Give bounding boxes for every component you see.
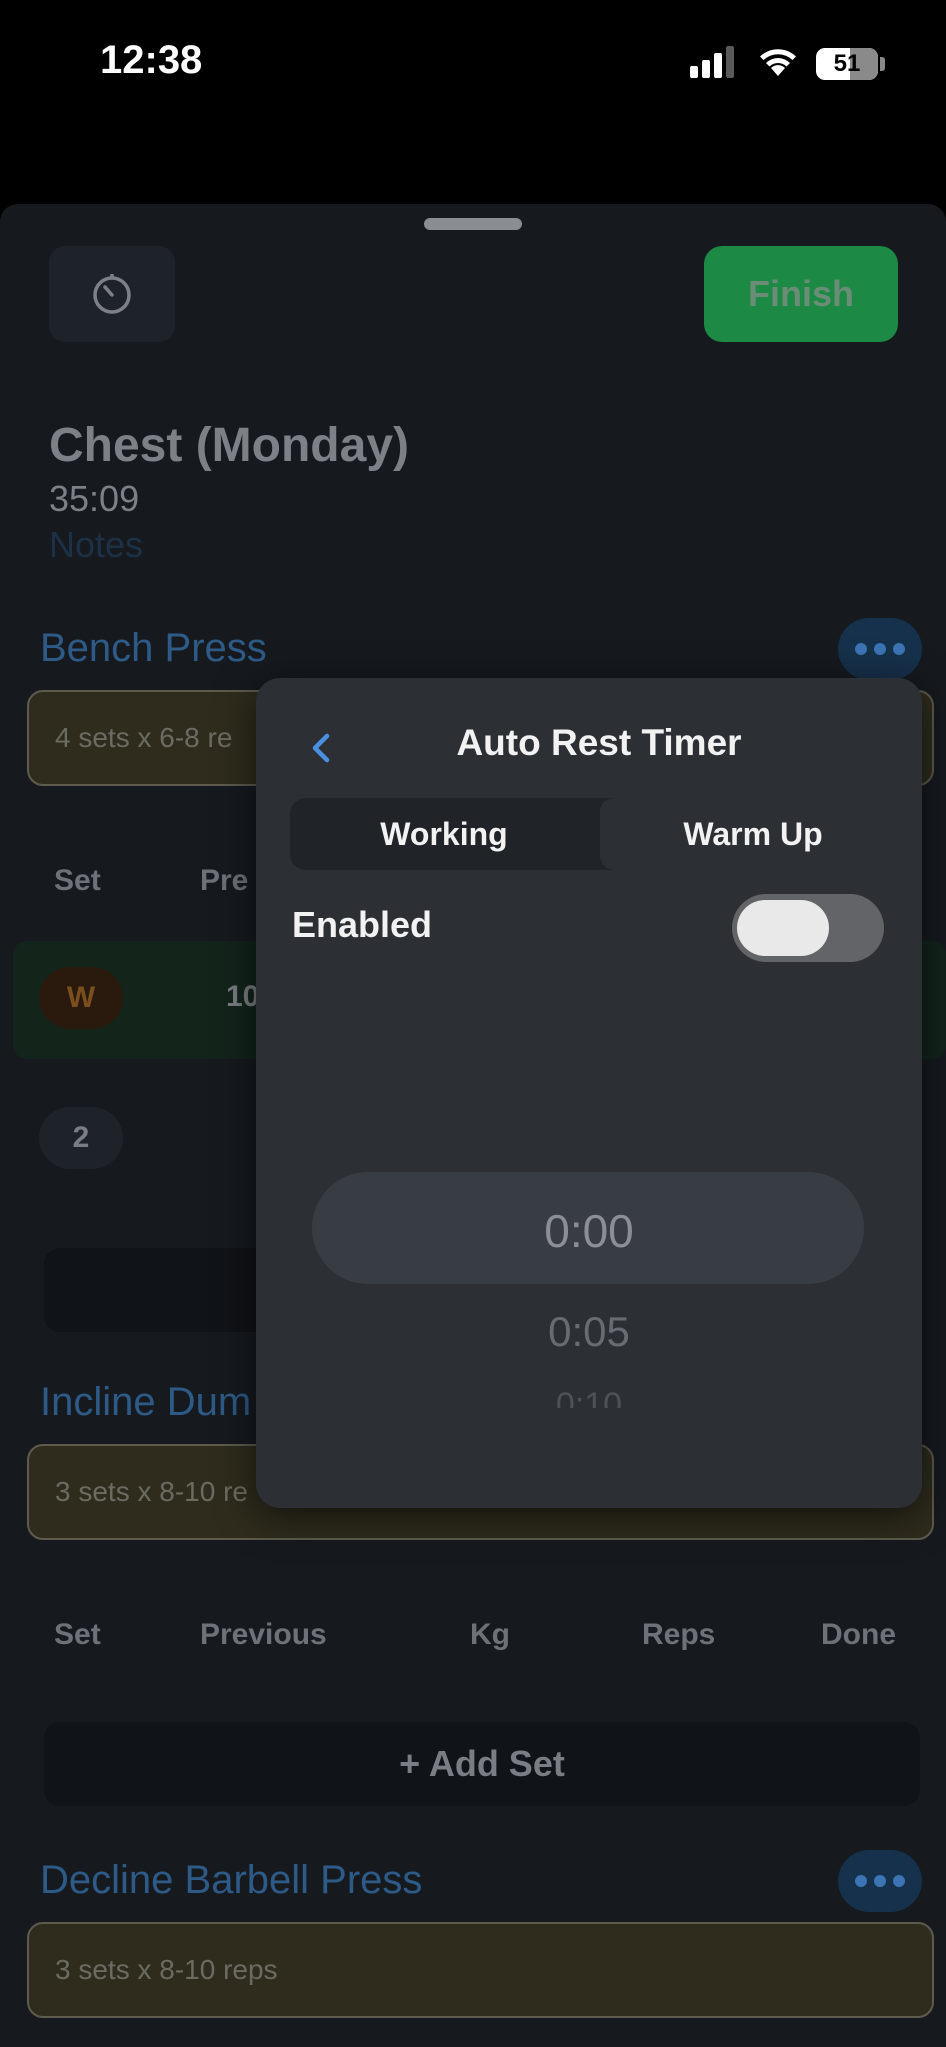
set-type-badge[interactable]: W [39,967,123,1029]
elapsed-time: 35:09 [49,478,140,519]
column-header-set: Set [54,1618,101,1651]
battery-nub [880,57,885,71]
toggle-knob [737,900,829,956]
status-time: 12:38 [100,38,203,82]
cellular-signal-icon [690,46,734,78]
enabled-toggle[interactable] [732,894,884,962]
sheet-grabber[interactable] [424,218,522,230]
picker-option[interactable]: 0:10 [256,1386,922,1408]
column-header-previous: Pre [200,864,249,897]
add-set-button[interactable]: + Add Set [44,1722,920,1806]
picker-option-selected[interactable]: 0:00 [256,1204,922,1258]
column-header-set: Set [54,864,101,897]
timer-icon [93,274,131,314]
exercise-name[interactable]: Incline Dum [40,1380,251,1425]
set-number-badge[interactable]: 2 [39,1107,123,1169]
tab-warm-up[interactable]: Warm Up [600,798,906,870]
exercise-note[interactable]: 3 sets x 8-10 reps [27,1922,934,2018]
rest-timer-button[interactable] [49,246,175,342]
column-header-reps: Reps [642,1618,716,1651]
exercise-name[interactable]: Decline Barbell Press [40,1858,422,1903]
finish-button[interactable]: Finish [704,246,898,342]
more-options-button[interactable] [838,1850,922,1912]
tab-working[interactable]: Working [290,798,598,870]
wifi-icon [760,49,796,76]
enabled-label: Enabled [292,904,433,945]
popup-title: Auto Rest Timer [456,722,742,763]
column-header-done: Done [821,1618,896,1651]
auto-rest-timer-popup: Auto Rest Timer Working Warm Up Enabled … [256,678,922,1508]
workout-title: Chest (Monday) [49,419,409,472]
notes-link[interactable]: Notes [49,524,143,566]
exercise-name[interactable]: Bench Press [40,626,267,671]
status-bar: 12:38 51 [0,0,946,204]
column-header-previous: Previous [200,1618,327,1651]
timer-type-segmented-control: Working Warm Up [290,798,906,870]
previous-value: 10 [226,980,260,1013]
picker-option[interactable]: 0:05 [256,1308,922,1356]
battery-icon: 51 [816,48,878,80]
more-options-button[interactable] [838,618,922,680]
battery-level: 51 [833,50,861,77]
column-header-kg: Kg [470,1618,510,1651]
